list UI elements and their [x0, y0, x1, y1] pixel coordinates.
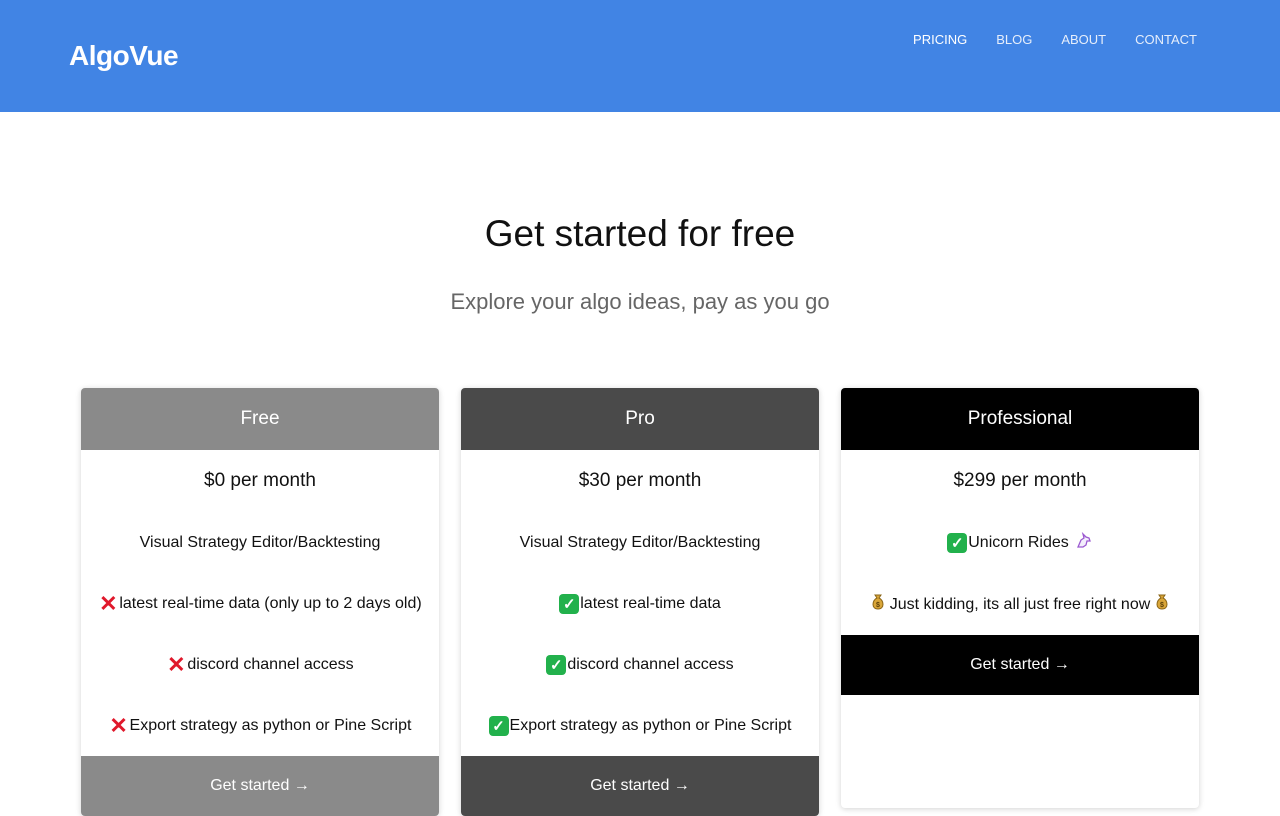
feature-label: discord channel access — [187, 655, 354, 673]
feature-label: Visual Strategy Editor/Backtesting — [519, 533, 761, 551]
feature-label: Just kidding, its all just free right no… — [889, 595, 1151, 613]
feature-label: latest real-time data (only up to 2 days… — [119, 594, 422, 612]
hero-subtitle: Explore your algo ideas, pay as you go — [450, 289, 830, 314]
feature-item: Visual Strategy Editor/Backtesting — [81, 512, 439, 573]
feature-item: $ Just kidding, its all just free right … — [841, 574, 1199, 635]
plan-name: Pro — [461, 388, 819, 450]
nav-contact[interactable]: CONTACT — [1135, 33, 1197, 47]
plan-card-free: Free $0 per month Visual Strategy Editor… — [81, 388, 439, 816]
feature-item: ✕ discord channel access — [81, 634, 439, 695]
nav-about[interactable]: ABOUT — [1061, 33, 1106, 47]
nav-blog[interactable]: BLOG — [996, 33, 1032, 47]
feature-label: Export strategy as python or Pine Script — [509, 716, 792, 734]
check-mark-icon: ✓ — [947, 533, 968, 553]
logo[interactable]: AlgoVue — [69, 40, 179, 72]
plan-price: $0 per month — [204, 470, 316, 491]
plan-card-professional: Professional $299 per month ✓ Unicorn Ri… — [841, 388, 1199, 808]
plan-price: $30 per month — [578, 470, 702, 491]
check-mark-icon: ✓ — [488, 715, 509, 736]
cross-mark-icon: ✕ — [167, 651, 186, 677]
feature-item: ✓ Unicorn Rides — [841, 512, 1199, 574]
feature-item: ✕ Export strategy as python or Pine Scri… — [81, 695, 439, 756]
plan-price: $299 per month — [953, 470, 1087, 491]
check-mark-icon: ✓ — [546, 654, 567, 675]
get-started-button[interactable]: Get started → — [81, 756, 439, 816]
feature-label: latest real-time data — [580, 594, 721, 612]
feature-item: ✕ latest real-time data (only up to 2 da… — [81, 573, 439, 634]
site-header: AlgoVue PRICING BLOG ABOUT CONTACT — [0, 0, 1280, 112]
feature-item: ✓ Export strategy as python or Pine Scri… — [461, 695, 819, 756]
unicorn-icon — [1075, 531, 1093, 555]
feature-label: discord channel access — [567, 655, 734, 673]
feature-item: ✓ discord channel access — [461, 634, 819, 695]
feature-label: Unicorn Rides — [968, 534, 1069, 551]
main-nav: PRICING BLOG ABOUT CONTACT — [884, 33, 1197, 47]
hero-title: Get started for free — [484, 213, 796, 254]
feature-item: Visual Strategy Editor/Backtesting — [461, 512, 819, 573]
plan-card-pro: Pro $30 per month Visual Strategy Editor… — [461, 388, 819, 816]
feature-item: ✓ latest real-time data — [461, 573, 819, 634]
nav-pricing[interactable]: PRICING — [913, 33, 967, 47]
check-mark-icon: ✓ — [559, 593, 580, 614]
svg-text:$: $ — [876, 602, 880, 609]
get-started-button[interactable]: Get started → — [461, 756, 819, 816]
get-started-button[interactable]: Get started → — [841, 635, 1199, 695]
cross-mark-icon: ✕ — [109, 712, 128, 738]
cross-mark-icon: ✕ — [99, 590, 118, 616]
plan-name: Free — [81, 388, 439, 450]
money-bag-icon: $ — [1154, 593, 1170, 616]
plan-name: Professional — [841, 388, 1199, 450]
feature-label: Visual Strategy Editor/Backtesting — [139, 533, 381, 551]
feature-label: Export strategy as python or Pine Script — [129, 716, 412, 734]
money-bag-icon: $ — [870, 593, 886, 616]
svg-text:$: $ — [1160, 602, 1164, 609]
